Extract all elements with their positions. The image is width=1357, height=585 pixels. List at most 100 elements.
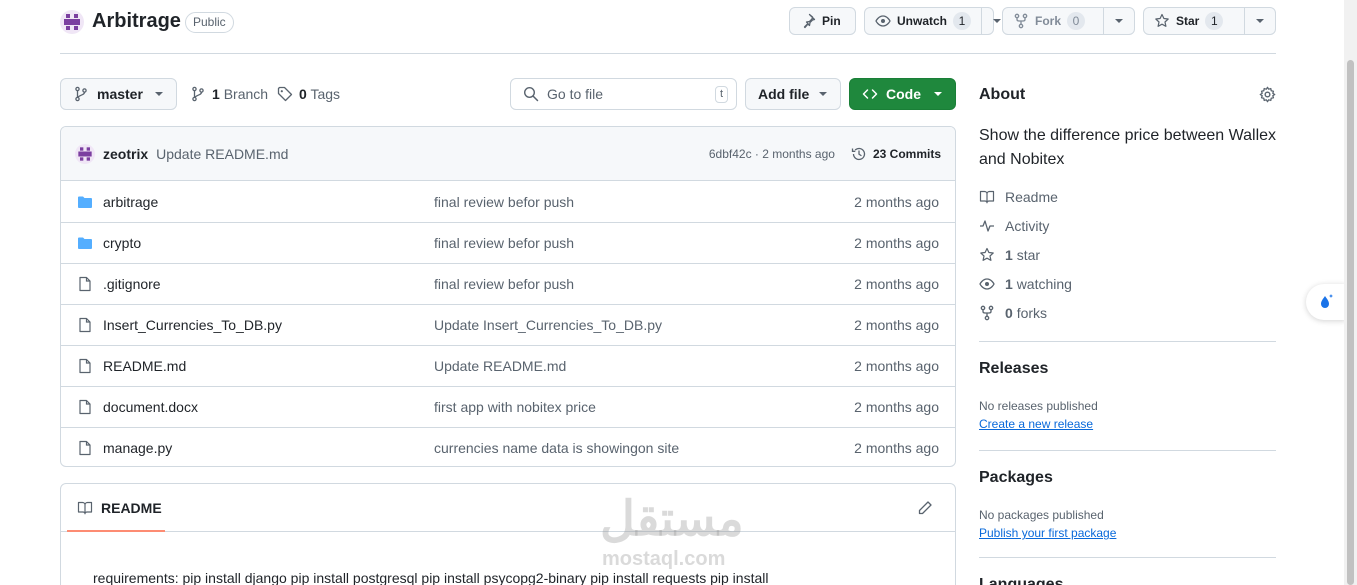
watch-button[interactable]: Unwatch 1 [864, 7, 1002, 35]
history-icon [851, 147, 866, 160]
activity-link[interactable]: Activity [979, 218, 1049, 234]
file-commit-date: 2 months ago [854, 358, 939, 374]
tag-icon [277, 86, 293, 102]
star-count: 1 [1205, 12, 1224, 30]
table-row[interactable]: crypto final review befor push 2 months ag… [61, 222, 955, 263]
file-commit-date: 2 months ago [854, 193, 939, 210]
book-icon [77, 501, 93, 514]
go-to-file-input[interactable]: Go to file t [510, 78, 737, 110]
watermark-arabic: مستقل [600, 493, 744, 546]
publish-package-link[interactable]: Publish your first package [979, 526, 1116, 540]
pin-label: Pin [822, 14, 841, 28]
table-row[interactable]: arbitrage final review befor push 2 months… [61, 181, 955, 222]
file-name[interactable]: manage.py [103, 440, 172, 456]
stars-word: star [1016, 247, 1041, 263]
file-name[interactable]: arbitrage [103, 194, 158, 210]
repo-owner-avatar[interactable] [60, 10, 84, 34]
caret-down-icon [1115, 19, 1123, 23]
visibility-badge: Public [185, 12, 234, 33]
file-commit-date: 2 months ago [854, 317, 939, 333]
file-name[interactable]: .gitignore [103, 276, 161, 292]
file-commit-date: 2 months ago [854, 276, 939, 292]
create-release-link[interactable]: Create a new release [979, 417, 1093, 431]
file-commit-message[interactable]: Update Insert_Currencies_To_DB.py [434, 317, 662, 333]
commit-meta[interactable]: 6dbf42c · 2 months ago [709, 147, 835, 161]
stars-count: 1 [1005, 247, 1013, 263]
packages-empty-text: No packages published [979, 508, 1104, 522]
commit-author[interactable]: zeotrix [103, 146, 148, 162]
readme-link[interactable]: Readme [979, 189, 1058, 205]
tag-count: 0 [299, 86, 307, 102]
watch-count: 1 [953, 12, 972, 30]
branch-select[interactable]: master [60, 78, 177, 110]
search-shortcut: t [714, 85, 728, 103]
file-commit-message[interactable]: currencies name data is showingon site [434, 440, 679, 456]
eye-icon [979, 278, 995, 290]
scrollbar-thumb[interactable] [1347, 60, 1354, 585]
file-commit-date: 2 months ago [854, 235, 939, 251]
table-row[interactable]: Insert_Currencies_To_DB.py Update Insert_… [61, 304, 955, 345]
watching-word: watching [1016, 276, 1072, 292]
branches-link[interactable]: 1 Branch [190, 86, 268, 102]
file-name[interactable]: README.md [103, 358, 186, 374]
caret-down-icon [934, 92, 942, 96]
sidebar-divider [979, 557, 1276, 558]
file-icon [79, 358, 91, 374]
commit-message[interactable]: Update README.md [156, 146, 288, 162]
file-name[interactable]: Insert_Currencies_To_DB.py [103, 317, 282, 333]
pencil-icon[interactable] [917, 500, 933, 516]
pulse-icon [980, 220, 994, 232]
pin-button[interactable]: Pin [789, 7, 856, 35]
eye-icon [875, 15, 891, 27]
header-divider [60, 53, 1276, 54]
table-row[interactable]: .gitignore final review befor push 2 month… [61, 263, 955, 304]
code-label: Code [886, 86, 921, 102]
activity-label: Activity [1005, 218, 1050, 234]
table-row[interactable]: document.docx first app with nobitex pric… [61, 386, 955, 427]
commits-link[interactable]: 23 Commits [851, 146, 941, 162]
file-commit-date: 2 months ago [854, 440, 939, 456]
avatar[interactable] [75, 143, 95, 164]
caret-down-icon [819, 92, 827, 96]
sidebar-divider [979, 450, 1276, 451]
star-button[interactable]: Star 1 [1143, 7, 1276, 35]
file-commit-message[interactable]: first app with nobitex price [434, 399, 596, 415]
fork-count: 0 [1067, 12, 1086, 30]
add-file-button[interactable]: Add file [745, 78, 841, 110]
gear-icon[interactable] [1259, 86, 1276, 103]
add-file-label: Add file [758, 86, 810, 102]
file-name[interactable]: crypto [103, 235, 141, 251]
repo-name[interactable]: Arbitrage [92, 10, 181, 33]
forks-word: forks [1016, 305, 1048, 321]
git-branch-icon [75, 86, 87, 102]
watching-link[interactable]: 1 watching [979, 276, 1072, 292]
file-commit-message[interactable]: final review befor push [434, 276, 574, 292]
star-dropdown[interactable] [1244, 8, 1275, 34]
latest-commit-bar: zeotrix Update README.md 6dbf42c · 2 mon… [61, 127, 955, 181]
file-commit-message[interactable]: Update README.md [434, 358, 566, 374]
packages-heading[interactable]: Packages [979, 469, 1053, 487]
sidebar-divider [979, 341, 1276, 342]
readme-tab[interactable]: README [61, 484, 955, 532]
folder-icon [78, 237, 92, 249]
code-button[interactable]: Code [849, 78, 956, 110]
table-row[interactable]: README.md Update README.md 2 months ago [61, 345, 955, 386]
fork-button[interactable]: Fork 0 [1002, 7, 1135, 35]
fork-dropdown[interactable] [1103, 8, 1134, 34]
watching-count: 1 [1005, 276, 1013, 292]
caret-down-icon [1256, 19, 1264, 23]
stars-link[interactable]: 1 star [979, 247, 1040, 263]
file-commit-message[interactable]: final review befor push [434, 194, 574, 210]
table-row[interactable]: manage.py currencies name data is showing… [61, 427, 955, 466]
droplet-sparkle-icon [1321, 294, 1333, 308]
about-description: Show the difference price between Wallex… [979, 127, 1277, 168]
releases-empty-text: No releases published [979, 399, 1098, 413]
releases-heading[interactable]: Releases [979, 360, 1048, 378]
star-icon [980, 247, 994, 261]
tags-link[interactable]: 0 Tags [277, 86, 340, 102]
file-commit-message[interactable]: final review befor push [434, 235, 574, 251]
assistant-float-button[interactable] [1306, 284, 1346, 320]
file-name[interactable]: document.docx [103, 399, 198, 415]
forks-link[interactable]: 0 forks [979, 305, 1047, 321]
repo-forked-icon [980, 305, 994, 321]
